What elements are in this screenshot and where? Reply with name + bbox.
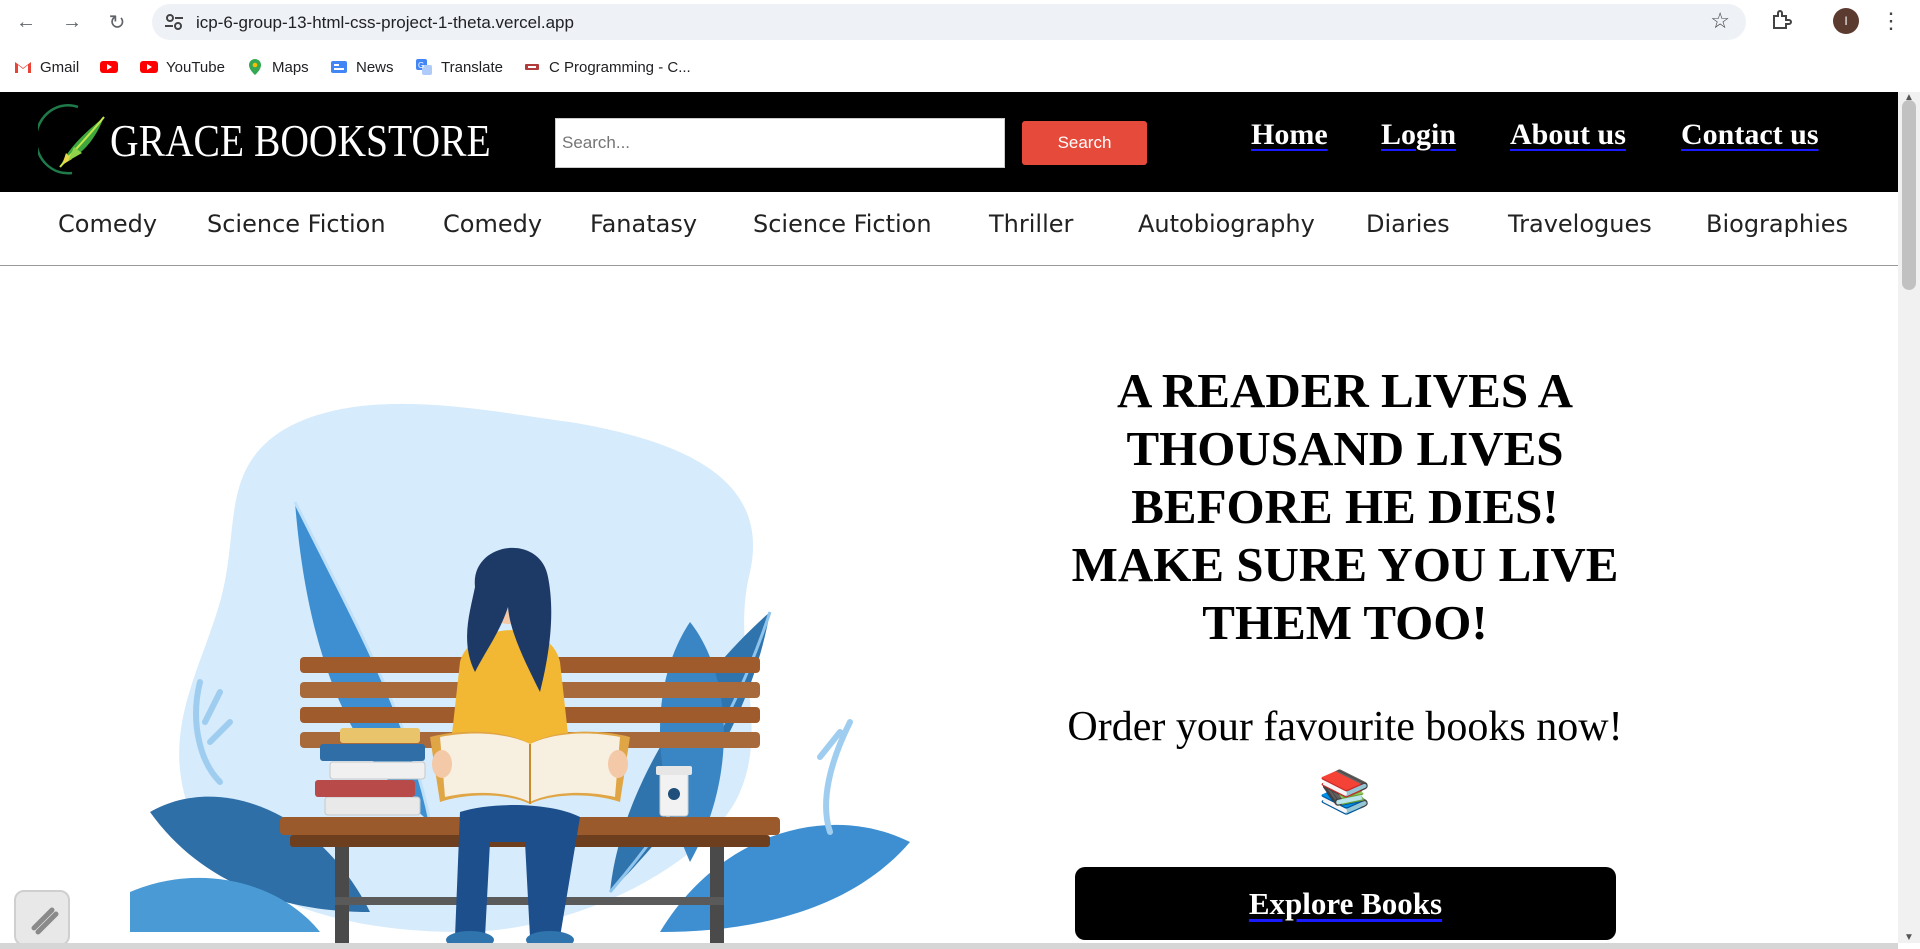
nav-about-us[interactable]: About us — [1510, 118, 1626, 152]
bookmark-label: C Programming - C... — [549, 58, 691, 76]
address-bar[interactable]: icp-6-group-13-html-css-project-1-theta.… — [152, 4, 1746, 40]
bookmark-label: YouTube — [166, 58, 225, 76]
extensions-icon[interactable] — [1770, 8, 1794, 32]
leaf-logo-icon — [38, 104, 105, 175]
bookmark-news[interactable]: News — [330, 56, 394, 78]
category-science-fiction[interactable]: Science Fiction — [753, 210, 932, 238]
c-programming-icon — [525, 64, 539, 70]
site-settings-icon[interactable] — [162, 10, 186, 34]
bookmark-maps[interactable]: Maps — [246, 56, 309, 78]
explore-books-button[interactable]: Explore Books — [1075, 867, 1616, 940]
reload-icon[interactable]: ↻ — [103, 8, 131, 36]
brand-logo[interactable]: GRACE BOOKSTORE — [38, 100, 553, 180]
category-autobiography[interactable]: Autobiography — [1138, 210, 1315, 238]
horizontal-scrollbar[interactable] — [0, 943, 1898, 949]
bookmark-star-icon[interactable]: ☆ — [1710, 8, 1730, 34]
category-science-fiction[interactable]: Science Fiction — [207, 210, 386, 238]
back-icon[interactable]: ← — [12, 8, 40, 36]
category-comedy[interactable]: Comedy — [443, 210, 542, 238]
svg-text:G: G — [418, 61, 424, 70]
menu-kebab-icon[interactable]: ⋮ — [1880, 8, 1902, 34]
page-viewport: GRACE BOOKSTORE Search Home Login About … — [0, 92, 1898, 943]
search-button[interactable]: Search — [1022, 121, 1147, 165]
bookmark-label: Maps — [272, 58, 309, 76]
browser-toolbar: ← → ↻ icp-6-group-13-html-css-project-1-… — [0, 0, 1920, 44]
bookmark-label: News — [356, 58, 394, 76]
nav-home[interactable]: Home — [1251, 118, 1328, 152]
translate-icon: G — [416, 59, 432, 75]
profile-avatar[interactable]: I — [1833, 8, 1859, 34]
bookmark-translate[interactable]: G Translate — [415, 56, 503, 78]
url-text: icp-6-group-13-html-css-project-1-theta.… — [196, 13, 574, 32]
site-header: GRACE BOOKSTORE Search Home Login About … — [0, 92, 1898, 192]
floating-action-icon[interactable] — [14, 890, 70, 943]
category-bar: Comedy Science Fiction Comedy Fanatasy S… — [0, 192, 1898, 266]
bookmark-gmail[interactable]: Gmail — [14, 56, 79, 78]
nav-login[interactable]: Login — [1381, 118, 1456, 152]
news-icon — [331, 61, 347, 73]
brand-name: GRACE BOOKSTORE — [110, 114, 491, 166]
scrollbar-thumb[interactable] — [1902, 100, 1916, 290]
category-travelogues[interactable]: Travelogues — [1508, 210, 1652, 238]
category-fantasy[interactable]: Fanatasy — [590, 210, 697, 238]
scroll-down-icon[interactable]: ▼ — [1904, 932, 1914, 943]
youtube-icon — [140, 61, 158, 73]
category-comedy[interactable]: Comedy — [58, 210, 157, 238]
bookmarks-bar: Gmail YouTube Maps News G Translate C Pr… — [0, 50, 1920, 84]
search-input[interactable] — [555, 118, 1005, 168]
bookmark-c-programming[interactable]: C Programming - C... — [523, 56, 691, 78]
youtube-icon — [100, 61, 118, 73]
forward-icon[interactable]: → — [58, 8, 86, 36]
hero-order-text: Order your favourite books now! 📚 — [1067, 704, 1623, 816]
bookmark-label: Gmail — [40, 58, 80, 76]
bookmark-youtube-icon-only[interactable] — [100, 56, 126, 78]
hero-quote: A READER LIVES A THOUSAND LIVES BEFORE H… — [1071, 363, 1619, 650]
category-thriller[interactable]: Thriller — [989, 210, 1073, 238]
category-biographies[interactable]: Biographies — [1706, 210, 1848, 238]
gmail-icon — [15, 62, 31, 73]
category-diaries[interactable]: Diaries — [1366, 210, 1450, 238]
nav-contact-us[interactable]: Contact us — [1681, 118, 1819, 152]
vertical-scrollbar[interactable]: ▲ ▼ — [1898, 92, 1920, 943]
bookmark-youtube[interactable]: YouTube — [140, 56, 225, 78]
bookmark-label: Translate — [441, 58, 503, 76]
woman-reading-on-bench-illustration — [130, 403, 910, 943]
maps-icon — [249, 59, 261, 75]
